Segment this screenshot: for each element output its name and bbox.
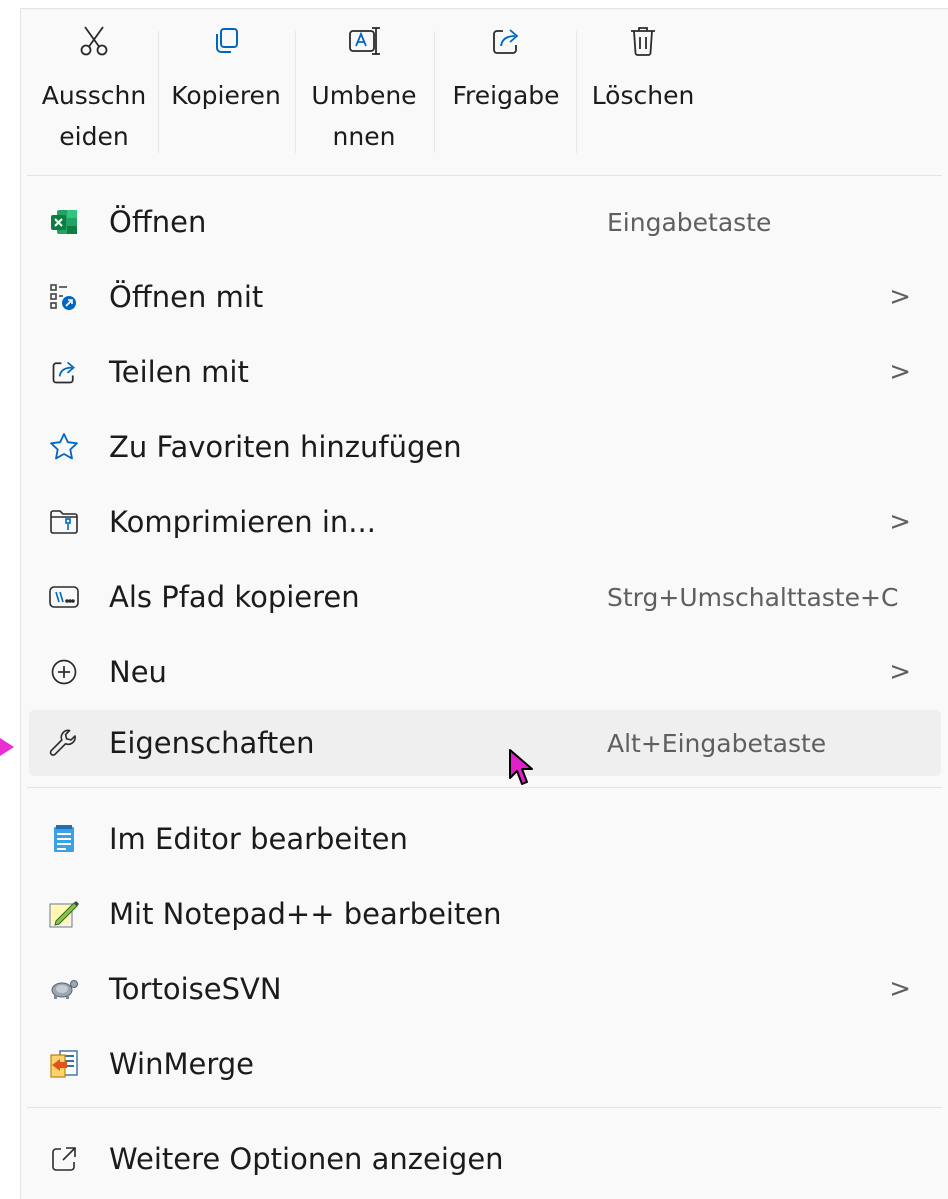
menu-item-label: Im Editor bearbeiten bbox=[109, 822, 408, 856]
menu-item-label: Mit Notepad++ bearbeiten bbox=[109, 897, 502, 931]
menu-item-tortoisesvn[interactable]: TortoiseSVN > bbox=[29, 956, 941, 1022]
chevron-right-icon: > bbox=[889, 357, 911, 387]
copy-icon bbox=[206, 21, 246, 61]
share-button[interactable]: Freigabe bbox=[439, 21, 573, 116]
delete-button[interactable]: Löschen bbox=[581, 21, 705, 116]
menu-item-label: Eigenschaften bbox=[109, 726, 315, 760]
open-with-icon bbox=[47, 280, 81, 314]
menu-item-open-with[interactable]: Öffnen mit > bbox=[29, 264, 941, 330]
menu-item-label: Weitere Optionen anzeigen bbox=[109, 1142, 504, 1176]
menu-item-label: TortoiseSVN bbox=[109, 972, 282, 1006]
command-bar: Ausschn eiden Kopieren Umbene nnen Freig… bbox=[21, 9, 948, 175]
copy-label: Kopieren bbox=[171, 81, 281, 110]
notepadpp-icon bbox=[47, 897, 81, 931]
menu-item-open[interactable]: Öffnen Eingabetaste bbox=[29, 189, 941, 255]
highlight-arrow-marker bbox=[0, 725, 14, 769]
share-label: Freigabe bbox=[452, 81, 560, 110]
delete-label: Löschen bbox=[591, 81, 695, 110]
menu-item-copy-as-path[interactable]: Als Pfad kopieren Strg+Umschalttaste+C bbox=[29, 564, 941, 630]
menu-item-compress[interactable]: Komprimieren in... > bbox=[29, 489, 941, 555]
shortcut-text: Strg+Umschalttaste+C bbox=[607, 582, 899, 612]
chevron-right-icon: > bbox=[889, 657, 911, 687]
menu-separator bbox=[27, 175, 942, 176]
menu-item-label: Öffnen bbox=[109, 205, 207, 239]
share-icon bbox=[47, 355, 81, 389]
rename-label-2: nnen bbox=[332, 122, 396, 151]
copy-button[interactable]: Kopieren bbox=[161, 21, 291, 116]
menu-item-winmerge[interactable]: WinMerge bbox=[29, 1031, 941, 1097]
menu-separator bbox=[27, 787, 942, 788]
menu-item-edit-notepadpp[interactable]: Mit Notepad++ bearbeiten bbox=[29, 881, 941, 947]
menu-item-more-options[interactable]: Weitere Optionen anzeigen bbox=[29, 1126, 941, 1192]
toolbar-divider bbox=[434, 31, 435, 153]
menu-item-label: Als Pfad kopieren bbox=[109, 580, 360, 614]
chevron-right-icon: > bbox=[889, 282, 911, 312]
chevron-right-icon: > bbox=[889, 974, 911, 1004]
wrench-icon bbox=[47, 726, 81, 760]
cut-label-2: eiden bbox=[59, 122, 129, 151]
menu-item-label: Zu Favoriten hinzufügen bbox=[109, 430, 462, 464]
menu-item-share-with[interactable]: Teilen mit > bbox=[29, 339, 941, 405]
shortcut-text: Alt+Eingabetaste bbox=[607, 728, 827, 758]
cut-button[interactable]: Ausschn eiden bbox=[31, 21, 157, 157]
more-options-icon bbox=[47, 1142, 81, 1176]
excel-icon bbox=[47, 205, 81, 239]
rename-icon bbox=[344, 21, 384, 61]
toolbar-divider bbox=[158, 31, 159, 153]
scissors-icon bbox=[74, 21, 114, 61]
zip-folder-icon bbox=[47, 505, 81, 539]
tortoise-icon bbox=[47, 972, 81, 1006]
menu-item-label: WinMerge bbox=[109, 1047, 254, 1081]
menu-item-label: Teilen mit bbox=[109, 355, 249, 389]
menu-item-label: Öffnen mit bbox=[109, 280, 264, 314]
menu-item-properties[interactable]: Eigenschaften Alt+Eingabetaste bbox=[29, 710, 941, 776]
toolbar-divider bbox=[576, 31, 577, 153]
context-menu: Ausschn eiden Kopieren Umbene nnen Freig… bbox=[20, 8, 948, 1199]
menu-item-label: Neu bbox=[109, 655, 167, 689]
share-icon bbox=[486, 21, 526, 61]
winmerge-icon bbox=[47, 1047, 81, 1081]
plus-circle-icon bbox=[47, 655, 81, 689]
menu-separator bbox=[27, 1107, 942, 1108]
cut-label-1: Ausschn bbox=[41, 81, 147, 110]
chevron-right-icon: > bbox=[889, 507, 911, 537]
shortcut-text: Eingabetaste bbox=[607, 207, 772, 237]
mouse-cursor-icon bbox=[509, 749, 533, 785]
path-icon bbox=[47, 580, 81, 614]
notepad-icon bbox=[47, 822, 81, 856]
menu-item-new[interactable]: Neu > bbox=[29, 639, 941, 705]
rename-label-1: Umbene bbox=[311, 81, 417, 110]
menu-item-label: Komprimieren in... bbox=[109, 505, 376, 539]
trash-icon bbox=[623, 21, 663, 61]
menu-item-add-favorites[interactable]: Zu Favoriten hinzufügen bbox=[29, 414, 941, 480]
rename-button[interactable]: Umbene nnen bbox=[299, 21, 429, 157]
menu-item-edit-in-editor[interactable]: Im Editor bearbeiten bbox=[29, 806, 941, 872]
star-icon bbox=[47, 430, 81, 464]
toolbar-divider bbox=[295, 31, 296, 153]
